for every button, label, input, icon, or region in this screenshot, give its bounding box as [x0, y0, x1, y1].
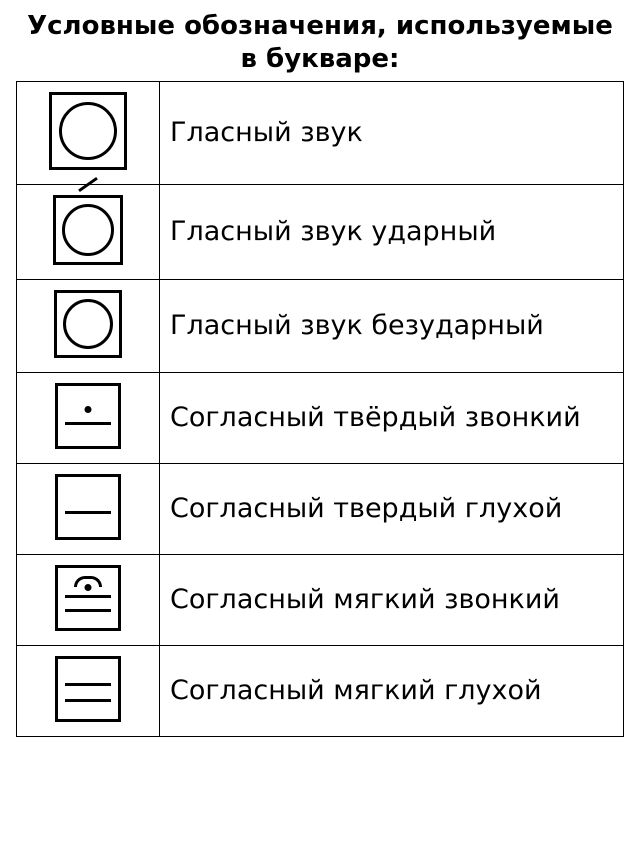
- table-row: Гласный звук: [17, 82, 624, 185]
- symbol-cell: [17, 185, 160, 280]
- table-row: Согласный мягкий звонкий: [17, 555, 624, 646]
- consonant-soft-voiceless-icon: [55, 656, 121, 726]
- row-label: Гласный звук ударный: [170, 216, 496, 247]
- page: Условные обозначения, используемые в бук…: [0, 0, 640, 737]
- table-row: Гласный звук ударный: [17, 185, 624, 280]
- label-cell: Гласный звук: [160, 82, 624, 185]
- vowel-icon: [49, 92, 127, 174]
- table-row: Согласный твёрдый звонкий: [17, 373, 624, 464]
- label-cell: Гласный звук безударный: [160, 280, 624, 373]
- symbol-cell: [17, 82, 160, 185]
- label-cell: Согласный твердый глухой: [160, 464, 624, 555]
- table-row: Согласный мягкий глухой: [17, 646, 624, 737]
- row-label: Согласный твёрдый звонкий: [170, 402, 581, 433]
- vowel-stressed-icon: [53, 195, 123, 269]
- page-title: Условные обозначения, используемые в бук…: [16, 10, 624, 75]
- consonant-hard-voiced-icon: [55, 383, 121, 453]
- row-label: Гласный звук: [170, 117, 363, 148]
- symbol-cell: [17, 280, 160, 373]
- label-cell: Гласный звук ударный: [160, 185, 624, 280]
- vowel-unstressed-icon: [54, 290, 122, 362]
- symbol-cell: [17, 373, 160, 464]
- row-label: Согласный твердый глухой: [170, 493, 562, 524]
- row-label: Согласный мягкий глухой: [170, 675, 542, 706]
- table-row: Гласный звук безударный: [17, 280, 624, 373]
- consonant-hard-voiceless-icon: [55, 474, 121, 544]
- symbol-cell: [17, 555, 160, 646]
- label-cell: Согласный мягкий глухой: [160, 646, 624, 737]
- row-label: Гласный звук безударный: [170, 310, 544, 341]
- symbol-cell: [17, 464, 160, 555]
- label-cell: Согласный мягкий звонкий: [160, 555, 624, 646]
- table-row: Согласный твердый глухой: [17, 464, 624, 555]
- row-label: Согласный мягкий звонкий: [170, 584, 560, 615]
- consonant-soft-voiced-icon: [55, 565, 121, 635]
- symbol-cell: [17, 646, 160, 737]
- label-cell: Согласный твёрдый звонкий: [160, 373, 624, 464]
- legend-table: Гласный звук Гласный звук ударный: [16, 81, 624, 737]
